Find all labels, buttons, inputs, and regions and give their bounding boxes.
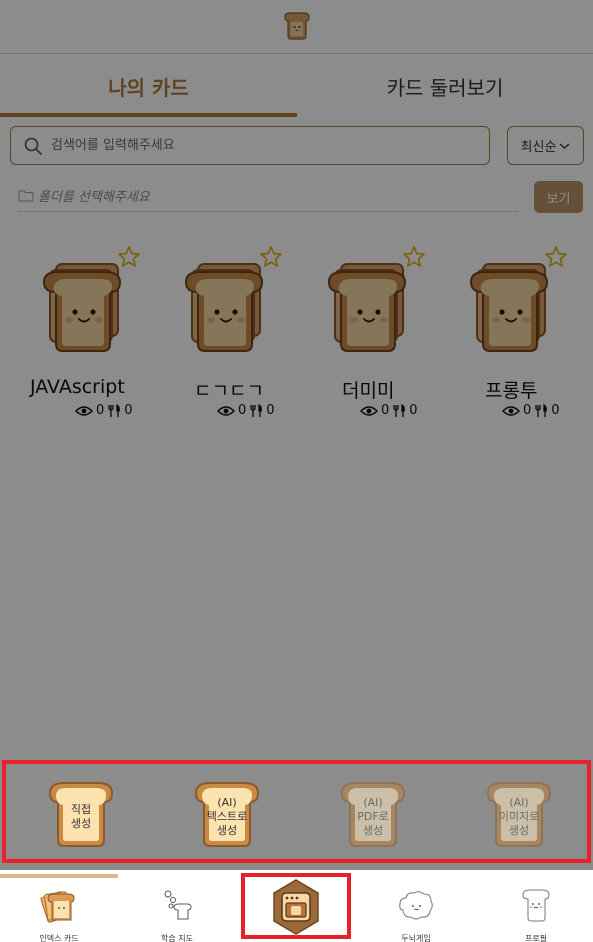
option-label: (AI) 텍스트로 생성 — [194, 792, 260, 842]
active-nav-indicator — [0, 874, 118, 878]
option-line: 텍스트로 — [206, 810, 248, 823]
nav-label: 프로필 — [524, 934, 548, 942]
nav-label: 두뇌게임 — [401, 934, 431, 942]
option-line: 직접 — [70, 803, 92, 816]
profile-bread-icon — [522, 889, 550, 922]
option-label: (AI) 이미지로 생성 — [486, 792, 552, 842]
create-direct-button[interactable]: 직접 생성 — [48, 780, 114, 848]
option-line: 생성 — [508, 824, 530, 837]
create-options-panel: 직접 생성 (AI) 텍스트로 생성 (AI) PDF로 생성 (AI) 이미지… — [2, 760, 591, 863]
option-line: (AI) — [509, 796, 529, 809]
modal-overlay[interactable] — [0, 0, 593, 870]
brain-game-icon — [399, 891, 433, 920]
nav-label: 학습 지도 — [161, 934, 193, 942]
option-line: 생성 — [216, 824, 238, 837]
nav-profile[interactable]: 프로필 — [477, 880, 593, 942]
option-line: PDF로 — [357, 810, 389, 823]
option-line: 생성 — [70, 817, 92, 830]
center-action-highlight — [241, 873, 351, 939]
bottom-nav: 인덱스 카드 학습 지도 두뇌게임 프로필 — [0, 870, 593, 942]
option-line: (AI) — [217, 796, 237, 809]
option-line: 생성 — [362, 824, 384, 837]
nav-label: 인덱스 카드 — [39, 934, 79, 942]
nav-brain-game[interactable]: 두뇌게임 — [357, 880, 475, 942]
create-ai-pdf-button[interactable]: (AI) PDF로 생성 — [340, 780, 406, 848]
option-line: 이미지로 — [498, 810, 540, 823]
toaster-oven-icon[interactable] — [273, 879, 319, 935]
card-stack-icon — [40, 891, 75, 923]
nav-study-map[interactable]: 학습 지도 — [118, 880, 236, 942]
option-line: (AI) — [363, 796, 383, 809]
create-ai-image-button[interactable]: (AI) 이미지로 생성 — [486, 780, 552, 848]
nav-index-cards[interactable]: 인덱스 카드 — [0, 880, 118, 942]
option-label: 직접 생성 — [48, 792, 114, 842]
create-ai-text-button[interactable]: (AI) 텍스트로 생성 — [194, 780, 260, 848]
option-label: (AI) PDF로 생성 — [340, 792, 406, 842]
study-map-icon — [164, 890, 192, 920]
